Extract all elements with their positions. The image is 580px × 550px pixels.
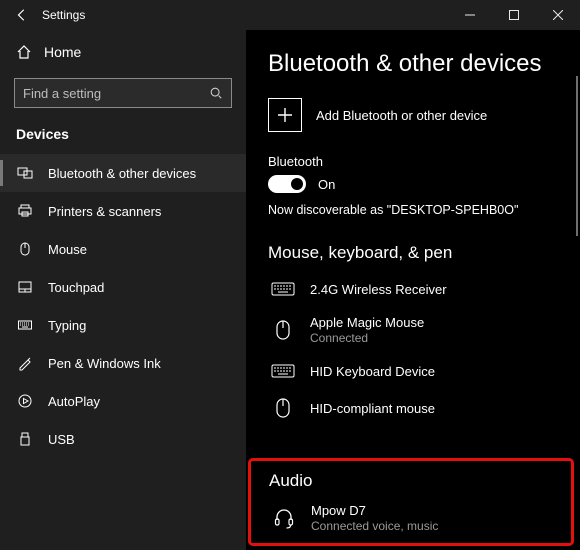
section-audio-title: Audio	[269, 471, 557, 491]
bluetooth-label: Bluetooth	[268, 154, 564, 169]
nav-list: Bluetooth & other devices Printers & sca…	[0, 154, 246, 458]
sidebar-item-label: Touchpad	[48, 280, 104, 295]
device-name: 2.4G Wireless Receiver	[310, 282, 447, 297]
headset-icon	[271, 507, 297, 529]
page-title: Bluetooth & other devices	[268, 50, 564, 78]
sidebar-item-bluetooth[interactable]: Bluetooth & other devices	[0, 154, 246, 192]
plus-icon	[268, 98, 302, 132]
sidebar-item-label: AutoPlay	[48, 394, 100, 409]
sidebar-item-label: Mouse	[48, 242, 87, 257]
sidebar-item-touchpad[interactable]: Touchpad	[0, 268, 246, 306]
keyboard-icon	[270, 363, 296, 379]
sidebar-item-label: Printers & scanners	[48, 204, 161, 219]
category-header: Devices	[0, 122, 246, 154]
add-device-button[interactable]: Add Bluetooth or other device	[268, 98, 564, 132]
bluetooth-toggle[interactable]	[268, 175, 306, 193]
sidebar-item-label: Typing	[48, 318, 86, 333]
device-row[interactable]: HID-compliant mouse	[268, 391, 564, 431]
add-device-label: Add Bluetooth or other device	[316, 108, 487, 123]
printer-icon	[16, 203, 34, 219]
audio-section-highlight: Audio Mpow D7 Connected voice, music	[248, 458, 574, 546]
window-title: Settings	[42, 8, 222, 22]
section-mouse-title: Mouse, keyboard, & pen	[268, 243, 564, 263]
home-nav[interactable]: Home	[0, 36, 246, 68]
devices-icon	[16, 165, 34, 181]
sidebar-item-usb[interactable]: USB	[0, 420, 246, 458]
mouse-icon	[16, 241, 34, 257]
mouse-icon	[270, 319, 296, 341]
bluetooth-state: On	[318, 177, 335, 192]
autoplay-icon	[16, 393, 34, 409]
search-input[interactable]	[23, 86, 209, 101]
usb-icon	[16, 431, 34, 447]
keyboard-icon	[270, 281, 296, 297]
main: Home Devices Bluetooth & other devices P…	[0, 30, 580, 550]
scrollbar[interactable]	[576, 76, 578, 236]
search-box[interactable]	[14, 78, 232, 108]
sidebar-item-label: USB	[48, 432, 75, 447]
sidebar-item-pen[interactable]: Pen & Windows Ink	[0, 344, 246, 382]
touchpad-icon	[16, 279, 34, 295]
mouse-icon	[270, 397, 296, 419]
device-row[interactable]: Mpow D7 Connected voice, music	[269, 497, 557, 535]
sidebar-item-label: Pen & Windows Ink	[48, 356, 161, 371]
device-name: Mpow D7	[311, 503, 438, 518]
device-row[interactable]: Apple Magic Mouse Connected	[268, 309, 564, 357]
device-name: HID Keyboard Device	[310, 364, 435, 379]
content-area: Bluetooth & other devices Add Bluetooth …	[246, 30, 580, 550]
pen-icon	[16, 355, 34, 371]
sidebar-item-mouse[interactable]: Mouse	[0, 230, 246, 268]
device-status: Connected voice, music	[311, 519, 438, 533]
sidebar-item-autoplay[interactable]: AutoPlay	[0, 382, 246, 420]
device-name: HID-compliant mouse	[310, 401, 435, 416]
sidebar-item-typing[interactable]: Typing	[0, 306, 246, 344]
home-label: Home	[44, 44, 81, 60]
maximize-button[interactable]	[492, 0, 536, 30]
titlebar: Settings	[0, 0, 580, 30]
device-row[interactable]: HID Keyboard Device	[268, 357, 564, 391]
minimize-button[interactable]	[448, 0, 492, 30]
discoverable-text: Now discoverable as "DESKTOP-SPEHB0O"	[268, 203, 564, 217]
sidebar-item-printers[interactable]: Printers & scanners	[0, 192, 246, 230]
device-name: Apple Magic Mouse	[310, 315, 424, 330]
close-button[interactable]	[536, 0, 580, 30]
search-icon	[209, 86, 223, 100]
device-row[interactable]: 2.4G Wireless Receiver	[268, 275, 564, 309]
device-status: Connected	[310, 331, 424, 345]
home-icon	[16, 44, 32, 60]
sidebar-item-label: Bluetooth & other devices	[48, 166, 196, 181]
keyboard-icon	[16, 317, 34, 333]
sidebar: Home Devices Bluetooth & other devices P…	[0, 30, 246, 550]
back-button[interactable]	[8, 8, 36, 22]
